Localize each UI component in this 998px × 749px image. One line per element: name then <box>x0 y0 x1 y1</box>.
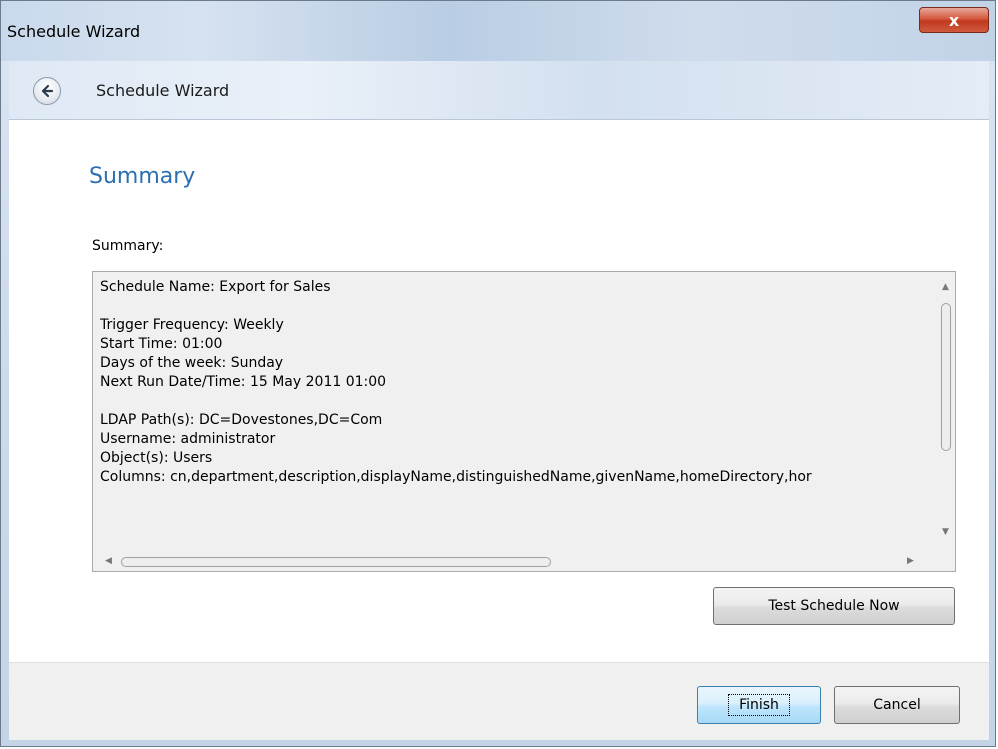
back-arrow-icon <box>41 84 54 98</box>
summary-label: Summary: <box>92 238 164 254</box>
wizard-nav-bar: Schedule Wizard <box>9 61 989 119</box>
vertical-scroll-thumb[interactable] <box>941 303 951 451</box>
wizard-content: Summary Summary: Schedule Name: Export f… <box>9 119 989 663</box>
wizard-nav-title: Schedule Wizard <box>96 81 230 100</box>
horizontal-scroll-thumb[interactable] <box>121 557 551 567</box>
scroll-left-arrow-icon[interactable]: ◀ <box>105 556 112 566</box>
close-button[interactable]: x <box>919 7 989 33</box>
title-bar[interactable]: Schedule Wizard x <box>1 1 995 61</box>
finish-button-label: Finish <box>728 694 790 716</box>
scroll-up-arrow-icon[interactable]: ▲ <box>942 282 949 292</box>
back-button[interactable] <box>33 77 61 105</box>
summary-textbox[interactable]: Schedule Name: Export for Sales Trigger … <box>92 271 956 572</box>
test-schedule-now-button[interactable]: Test Schedule Now <box>713 587 955 625</box>
scroll-down-arrow-icon[interactable]: ▼ <box>942 527 949 537</box>
close-icon: x <box>948 10 960 30</box>
horizontal-scrollbar[interactable]: ◀ ▶ <box>93 553 939 571</box>
wizard-footer: Finish Cancel <box>9 662 989 740</box>
cancel-button[interactable]: Cancel <box>834 686 960 724</box>
window-title: Schedule Wizard <box>7 22 141 41</box>
finish-button[interactable]: Finish <box>697 686 821 724</box>
schedule-wizard-window: Schedule Wizard x Schedule Wizard Summar… <box>0 0 996 747</box>
summary-text[interactable]: Schedule Name: Export for Sales Trigger … <box>100 278 930 548</box>
vertical-scrollbar[interactable]: ▲ ▼ <box>937 272 955 554</box>
page-title: Summary <box>89 164 196 189</box>
scroll-right-arrow-icon[interactable]: ▶ <box>907 556 914 566</box>
